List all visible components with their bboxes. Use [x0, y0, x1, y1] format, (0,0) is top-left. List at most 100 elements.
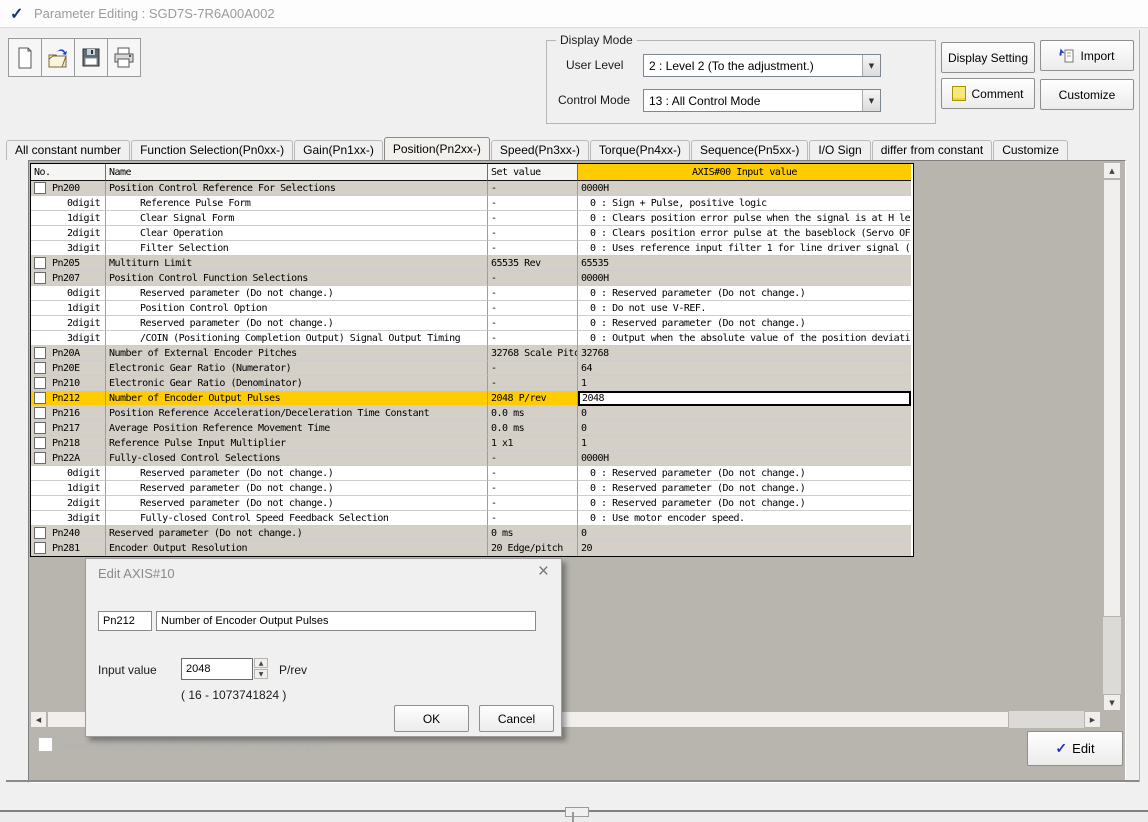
row-checkbox[interactable] [34, 362, 46, 374]
spinner-down-icon[interactable]: ▼ [254, 669, 268, 679]
scroll-left-icon[interactable]: ◀ [30, 711, 47, 728]
table-row[interactable]: 0digit Reserved parameter (Do not change.… [31, 286, 913, 301]
input-value-field[interactable]: 2048 [181, 658, 253, 680]
row-checkbox[interactable] [34, 527, 46, 539]
tab-customize[interactable]: Customize [993, 140, 1068, 160]
vertical-scrollbar[interactable]: ▲ ▼ [1103, 162, 1121, 711]
tab-differ-from-constant[interactable]: differ from constant [871, 140, 993, 160]
row-checkbox[interactable] [34, 272, 46, 284]
table-row[interactable]: 0digit Reference Pulse Form -0 : Sign + Pu… [31, 196, 913, 211]
customize-button[interactable]: Customize [1040, 79, 1134, 110]
table-row[interactable]: Pn217 Average Position Reference Movement… [31, 421, 913, 436]
cell-input-value[interactable]: 0 : Uses reference input filter 1 for li… [578, 241, 911, 256]
control-mode-select[interactable]: 13 : All Control Mode ▼ [643, 89, 881, 112]
cell-input-value[interactable]: 0 [578, 526, 911, 541]
ok-button[interactable]: OK [394, 705, 469, 732]
table-row[interactable]: 1digit Position Control Option -0 : Do not… [31, 301, 913, 316]
row-checkbox[interactable] [34, 437, 46, 449]
row-checkbox[interactable] [34, 407, 46, 419]
table-row[interactable]: Pn20E Electronic Gear Ratio (Numerator) -6… [31, 361, 913, 376]
table-row[interactable]: Pn200 Position Control Reference For Sele… [31, 181, 913, 196]
row-checkbox[interactable] [34, 182, 46, 194]
row-checkbox[interactable] [34, 422, 46, 434]
tab-all-constant-number[interactable]: All constant number [6, 140, 131, 160]
cell-input-value[interactable]: 0000H [578, 271, 911, 286]
table-row[interactable]: 2digit Reserved parameter (Do not change.… [31, 496, 913, 511]
cell-input-value[interactable]: 0 : Reserved parameter (Do not change.) [578, 316, 911, 331]
tab-speed-pn3xx[interactable]: Speed(Pn3xx-) [490, 140, 589, 160]
table-row[interactable]: Pn210 Electronic Gear Ratio (Denominator)… [31, 376, 913, 391]
tab-function-selection-pn0xx[interactable]: Function Selection(Pn0xx-) [131, 140, 294, 160]
cell-input-value[interactable]: 0 : Clears position error pulse when the… [578, 211, 911, 226]
table-row[interactable]: 2digit Clear Operation -0 : Clears positio… [31, 226, 913, 241]
table-row[interactable]: 3digit Fully-closed Control Speed Feedbac… [31, 511, 913, 526]
row-checkbox[interactable] [34, 377, 46, 389]
table-row[interactable]: Pn22A Fully-closed Control Selections -000… [31, 451, 913, 466]
table-row[interactable]: 1digit Clear Signal Form -0 : Clears posit… [31, 211, 913, 226]
tab-position-pn2xx[interactable]: Position(Pn2xx-) [383, 137, 490, 160]
tab-sequence-pn5xx[interactable]: Sequence(Pn5xx-) [690, 140, 809, 160]
table-row[interactable]: 1digit Reserved parameter (Do not change.… [31, 481, 913, 496]
scroll-up-icon[interactable]: ▲ [1103, 162, 1121, 179]
table-row[interactable]: 2digit Reserved parameter (Do not change.… [31, 316, 913, 331]
cell-input-value[interactable]: 2048 [578, 391, 911, 406]
cell-input-value[interactable]: 0 : Reserved parameter (Do not change.) [578, 481, 911, 496]
edit-button[interactable]: ✓ Edit [1027, 731, 1123, 766]
select-all-checkbox[interactable] [38, 737, 53, 752]
table-row[interactable]: 3digit/COIN (Positioning Completion Outp… [31, 331, 913, 346]
chevron-down-icon[interactable]: ▼ [862, 55, 880, 76]
cell-input-value[interactable]: 1 [578, 436, 911, 451]
row-checkbox[interactable] [34, 542, 46, 554]
cell-input-value[interactable]: 0 : Reserved parameter (Do not change.) [578, 496, 911, 511]
cell-input-value[interactable]: 0 : Clears position error pulse at the b… [578, 226, 911, 241]
cell-input-value[interactable]: 0 : Do not use V-REF. [578, 301, 911, 316]
tab-torque-pn4xx[interactable]: Torque(Pn4xx-) [589, 140, 690, 160]
table-row[interactable]: Pn216 Position Reference Acceleration/Dec… [31, 406, 913, 421]
user-level-select[interactable]: 2 : Level 2 (To the adjustment.) ▼ [643, 54, 881, 77]
table-row[interactable]: Pn205 Multiturn Limit 65535 Rev 65535 [31, 256, 913, 271]
cell-input-value[interactable]: 0 [578, 421, 911, 436]
spinner-up-icon[interactable]: ▲ [254, 658, 268, 668]
cell-input-value[interactable]: 0000H [578, 451, 911, 466]
row-checkbox[interactable] [34, 347, 46, 359]
chevron-down-icon[interactable]: ▼ [862, 90, 880, 111]
table-row[interactable]: Pn281 Encoder Output Resolution 20 Edge/pi… [31, 541, 913, 556]
cell-input-value[interactable]: 0 : Use motor encoder speed. [578, 511, 911, 526]
import-button[interactable]: Import [1040, 40, 1134, 71]
cell-input-value[interactable]: 0 [578, 406, 911, 421]
cancel-button[interactable]: Cancel [479, 705, 554, 732]
cell-input-value[interactable]: 32768 [578, 346, 911, 361]
open-file-button[interactable] [41, 38, 75, 77]
tab-gain-pn1xx[interactable]: Gain(Pn1xx-) [294, 140, 383, 160]
table-row[interactable]: 0digit Reserved parameter (Do not change.… [31, 466, 913, 481]
cell-input-value[interactable]: 0 : Reserved parameter (Do not change.) [578, 466, 911, 481]
table-row[interactable]: Pn218 Reference Pulse Input Multiplier 1 x… [31, 436, 913, 451]
table-row[interactable]: Pn20A Number of External Encoder Pitches 3… [31, 346, 913, 361]
vertical-scroll-thumb[interactable] [1103, 179, 1121, 617]
cell-input-value[interactable]: 20 [578, 541, 911, 556]
save-file-button[interactable] [74, 38, 108, 77]
row-checkbox[interactable] [34, 257, 46, 269]
table-row[interactable]: Pn240 Reserved parameter (Do not change.)… [31, 526, 913, 541]
cell-input-value[interactable]: 1 [578, 376, 911, 391]
table-row[interactable]: 3digit Filter Selection -0 : Uses referenc… [31, 241, 913, 256]
cell-input-value[interactable]: 0 : Output when the absolute value of th… [578, 331, 911, 346]
table-row[interactable]: Pn207 Position Control Function Selection… [31, 271, 913, 286]
comment-button[interactable]: Comment [941, 78, 1035, 109]
print-button[interactable] [107, 38, 141, 77]
scroll-right-icon[interactable]: ▶ [1084, 711, 1101, 728]
row-checkbox[interactable] [34, 392, 46, 404]
splitter-handle[interactable] [565, 807, 589, 817]
cell-input-value[interactable]: 0000H [578, 181, 911, 196]
close-icon[interactable]: × [538, 562, 549, 581]
display-setting-button[interactable]: Display Setting [941, 42, 1035, 73]
tab-i-o-sign[interactable]: I/O Sign [809, 140, 871, 160]
cell-input-value[interactable]: 0 : Sign + Pulse, positive logic [578, 196, 911, 211]
cell-input-value[interactable]: 0 : Reserved parameter (Do not change.) [578, 286, 911, 301]
cell-input-value[interactable]: 65535 [578, 256, 911, 271]
row-checkbox[interactable] [34, 452, 46, 464]
cell-input-value[interactable]: 64 [578, 361, 911, 376]
table-row[interactable]: Pn212 Number of Encoder Output Pulses 2048… [31, 391, 913, 406]
new-document-button[interactable] [8, 38, 42, 77]
scroll-down-icon[interactable]: ▼ [1103, 694, 1121, 711]
